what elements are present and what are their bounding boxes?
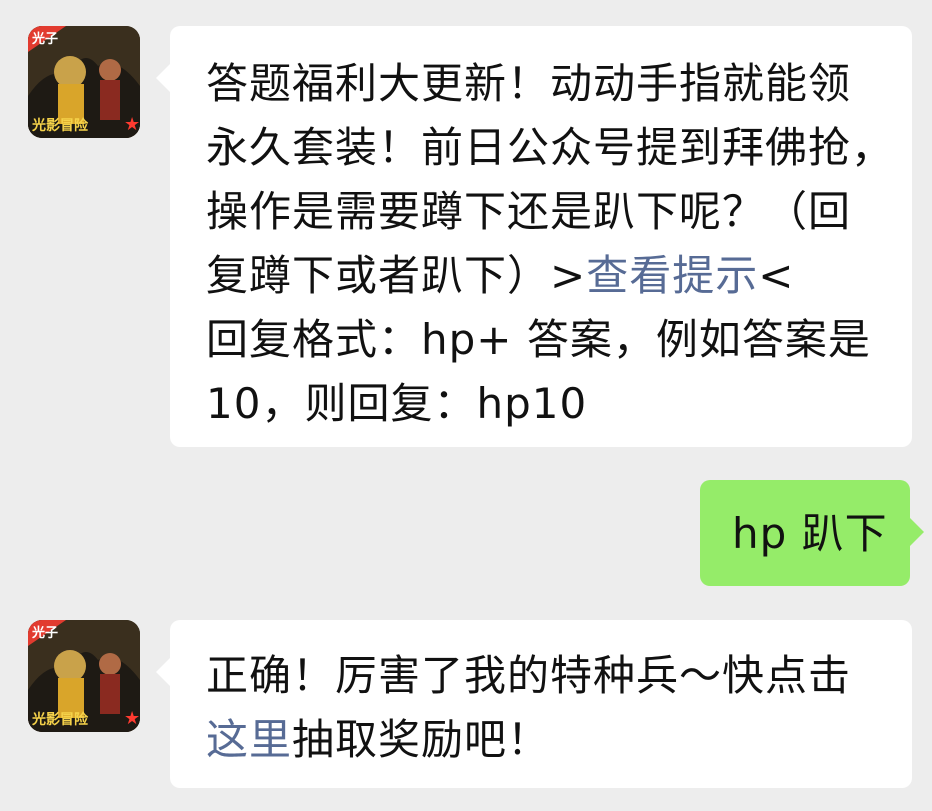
game-logo-icon: 光子 光影冒险 ★ xyxy=(28,620,140,732)
view-hint-link[interactable]: 查看提示 xyxy=(586,251,758,300)
svg-text:★: ★ xyxy=(124,114,140,135)
message-line: 操作是需要蹲下还是趴下呢？（回 xyxy=(206,187,852,236)
sender-avatar[interactable]: 光子 光影冒险 ★ xyxy=(28,26,140,138)
message-line: 正确！厉害了我的特种兵～快点击 xyxy=(206,651,852,700)
outgoing-message-bubble[interactable]: hp 趴下 xyxy=(700,480,924,586)
svg-text:★: ★ xyxy=(124,708,140,729)
logo-badge-bottom: 光影冒险 xyxy=(31,117,89,134)
game-logo-icon: 光子 光影冒险 ★ xyxy=(28,26,140,138)
message-line: 10，则回复：hp10 xyxy=(206,379,588,428)
incoming-message-bubble[interactable]: 答题福利大更新！动动手指就能领 永久套装！前日公众号提到拜佛抢， 操作是需要蹲下… xyxy=(156,26,912,447)
incoming-message-bubble[interactable]: 正确！厉害了我的特种兵～快点击 这里抽取奖励吧！ xyxy=(156,620,912,788)
message-text: hp 趴下 xyxy=(732,509,888,558)
logo-badge-bottom: 光影冒险 xyxy=(31,711,89,728)
message-line: 这里抽取奖励吧！ xyxy=(206,715,551,764)
message-line: 回复格式：hp+ 答案，例如答案是 xyxy=(206,315,871,364)
here-link[interactable]: 这里 xyxy=(206,715,292,764)
sender-avatar[interactable]: 光子 光影冒险 ★ xyxy=(28,620,140,732)
message-line: 永久套装！前日公众号提到拜佛抢， xyxy=(206,123,895,172)
message-line: 复蹲下或者趴下）>查看提示< xyxy=(206,251,795,300)
logo-badge-top: 光子 xyxy=(31,31,58,47)
logo-badge-top: 光子 xyxy=(31,625,58,641)
message-line: 答题福利大更新！动动手指就能领 xyxy=(206,59,852,108)
